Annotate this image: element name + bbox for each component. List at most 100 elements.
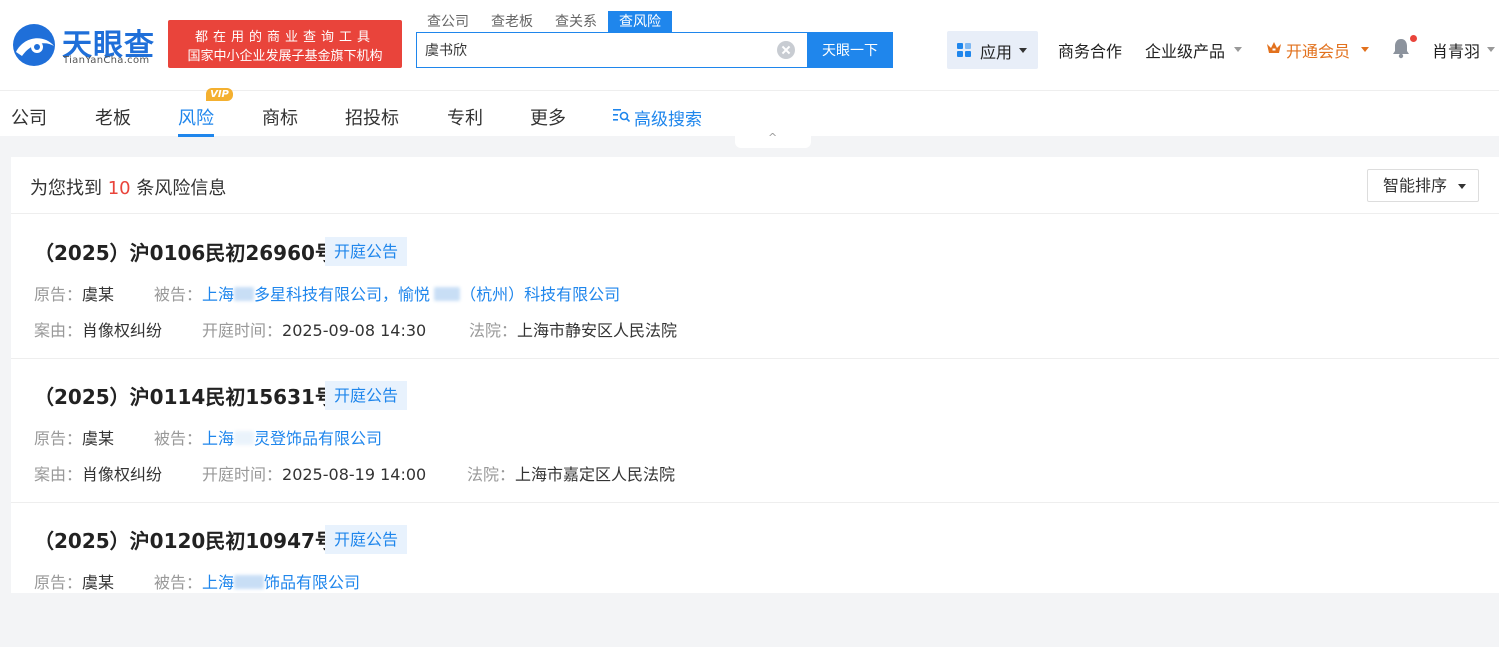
category-trademark[interactable]: 商标 <box>262 104 298 130</box>
cause-label: 案由： <box>34 321 83 340</box>
plaintiff-value: 虞某 <box>82 429 115 448</box>
cause-value: 肖像权纠纷 <box>82 465 163 484</box>
category-company[interactable]: 公司 <box>11 104 47 130</box>
enterprise-products-link[interactable]: 企业级产品 <box>1145 38 1225 62</box>
defendant-field: 被告：上海 多星科技有限公司，愉悦 （杭州）科技有限公司 <box>154 281 620 305</box>
tab-risk[interactable]: 查风险 <box>608 11 672 33</box>
hearing-time-value: 2025-09-08 14:30 <box>282 321 427 340</box>
chevron-down-icon <box>1458 184 1466 189</box>
case-number[interactable]: （2025）沪0120民初10947号 <box>34 525 335 554</box>
chevron-up-icon: ^ <box>768 131 778 144</box>
plaintiff-label: 原告： <box>34 429 83 448</box>
chevron-down-icon <box>1361 47 1369 52</box>
clear-icon[interactable] <box>777 41 795 59</box>
plaintiff-field: 原告：虞某 <box>34 281 114 305</box>
risk-result-item: （2025）沪0120民初10947号 开庭公告 原告：虞某 被告：上海 饰品有限… <box>11 503 1499 647</box>
plaintiff-label: 原告： <box>34 573 83 592</box>
hearing-time-value: 2025-08-19 14:00 <box>282 465 427 484</box>
category-boss[interactable]: 老板 <box>95 104 131 130</box>
category-more[interactable]: 更多 <box>530 104 566 130</box>
cause-field: 案由：肖像权纠纷 <box>34 317 162 341</box>
risk-result-item: （2025）沪0106民初26960号 开庭公告 原告：虞某 被告：上海 多星科技… <box>11 215 1499 359</box>
slogan-banner: 都在用的商业查询工具 国家中小企业发展子基金旗下机构 <box>168 20 402 68</box>
plaintiff-field: 原告：虞某 <box>34 425 114 449</box>
case-type-tag: 开庭公告 <box>325 237 408 266</box>
defendant-link[interactable]: 上海 多星科技有限公司， <box>202 285 398 304</box>
defendant-name-part: 上海 <box>202 429 235 448</box>
plaintiff-label: 原告： <box>34 285 83 304</box>
business-cooperation-link[interactable]: 商务合作 <box>1058 38 1122 62</box>
notification-dot <box>1410 35 1417 42</box>
user-name[interactable]: 肖青羽 <box>1432 38 1480 62</box>
advanced-search-link[interactable]: 高级搜索 <box>634 105 702 130</box>
top-header: 天眼查 TianYanCha.com 都在用的商业查询工具 国家中小企业发展子基… <box>0 0 1499 90</box>
chevron-down-icon <box>1487 47 1495 52</box>
defendant-field: 被告：上海 灵登饰品有限公司 <box>154 425 382 449</box>
court-field: 法院：上海市嘉定区人民法院 <box>467 461 675 485</box>
sort-dropdown[interactable]: 智能排序 <box>1367 169 1479 202</box>
advanced-search-icon <box>613 109 630 122</box>
hearing-time-field: 开庭时间：2025-08-19 14:00 <box>202 461 426 485</box>
results-panel: 为您找到 10 条风险信息 智能排序 （2025）沪0106民初26960号 开… <box>11 157 1499 593</box>
collapse-toggle[interactable]: ^ <box>735 131 811 148</box>
category-bidding[interactable]: 招投标 <box>345 104 399 130</box>
grid-icon <box>957 43 972 58</box>
defendant-link[interactable]: 上海 饰品有限公司 <box>202 573 360 592</box>
defendant-field: 被告：上海 饰品有限公司 <box>154 569 360 593</box>
redacted-mark <box>434 287 461 301</box>
defendant-label: 被告： <box>154 429 203 448</box>
slogan-line-2: 国家中小企业发展子基金旗下机构 <box>187 49 383 64</box>
case-type-tag: 开庭公告 <box>325 381 408 410</box>
defendant-name-part: 灵登饰品有限公司 <box>254 429 383 448</box>
tab-boss[interactable]: 查老板 <box>480 11 544 33</box>
court-label: 法院： <box>467 465 516 484</box>
result-count-suffix: 条风险信息 <box>136 178 227 199</box>
category-patent[interactable]: 专利 <box>447 104 483 130</box>
result-count-prefix: 为您找到 <box>30 178 102 199</box>
case-number[interactable]: （2025）沪0114民初15631号 <box>34 381 335 410</box>
search-mode-tabs: 查公司 查老板 查关系 查风险 <box>416 11 672 33</box>
result-count-number: 10 <box>107 178 131 199</box>
defendant-label: 被告： <box>154 573 203 592</box>
defendant-name-part: 饰品有限公司 <box>264 573 361 592</box>
court-label: 法院： <box>469 321 518 340</box>
search-input[interactable] <box>425 39 775 61</box>
category-risk[interactable]: 风险 <box>178 104 214 130</box>
case-number[interactable]: （2025）沪0106民初26960号 <box>34 237 335 266</box>
defendant-label: 被告： <box>154 285 203 304</box>
hearing-time-label: 开庭时间： <box>202 465 283 484</box>
defendant-name-part: 上海 <box>202 285 235 304</box>
app-menu-button[interactable]: 应用 <box>947 31 1038 69</box>
bell-icon[interactable] <box>1391 37 1411 59</box>
slogan-line-1: 都在用的商业查询工具 <box>194 30 375 45</box>
hearing-time-label: 开庭时间： <box>202 321 283 340</box>
results-header: 为您找到 10 条风险信息 智能排序 <box>11 157 1499 214</box>
defendant-name-part: 多星科技有限公司， <box>254 285 399 304</box>
defendant-name-part: 上海 <box>202 573 235 592</box>
logo-eye-icon <box>13 24 55 66</box>
defendant-name-part: 愉悦 <box>398 285 431 304</box>
result-count: 为您找到 10 条风险信息 <box>30 174 226 200</box>
court-value: 上海市嘉定区人民法院 <box>515 465 676 484</box>
redacted-mark <box>234 287 255 301</box>
open-vip-link[interactable]: 开通会员 <box>1286 38 1350 62</box>
defendant-link[interactable]: 愉悦 （杭州）科技有限公司 <box>398 285 620 304</box>
chevron-down-icon <box>1234 47 1242 52</box>
app-menu-label: 应用 <box>980 43 1013 62</box>
risk-result-item: （2025）沪0114民初15631号 开庭公告 原告：虞某 被告：上海 灵登饰品… <box>11 359 1499 503</box>
plaintiff-value: 虞某 <box>82 573 115 592</box>
logo-domain: TianYanCha.com <box>63 55 150 66</box>
defendant-link[interactable]: 上海 灵登饰品有限公司 <box>202 429 382 448</box>
sort-label: 智能排序 <box>1383 176 1448 195</box>
tab-company[interactable]: 查公司 <box>416 11 480 33</box>
vip-badge: VIP <box>206 88 233 101</box>
logo[interactable]: 天眼查 TianYanCha.com <box>10 20 160 70</box>
plaintiff-value: 虞某 <box>82 285 115 304</box>
tab-relation[interactable]: 查关系 <box>544 11 608 33</box>
court-value: 上海市静安区人民法院 <box>517 321 678 340</box>
defendant-name-part: （杭州）科技有限公司 <box>460 285 621 304</box>
cause-field: 案由：肖像权纠纷 <box>34 461 162 485</box>
court-field: 法院：上海市静安区人民法院 <box>469 317 677 341</box>
cause-value: 肖像权纠纷 <box>82 321 163 340</box>
search-button[interactable]: 天眼一下 <box>807 32 893 68</box>
